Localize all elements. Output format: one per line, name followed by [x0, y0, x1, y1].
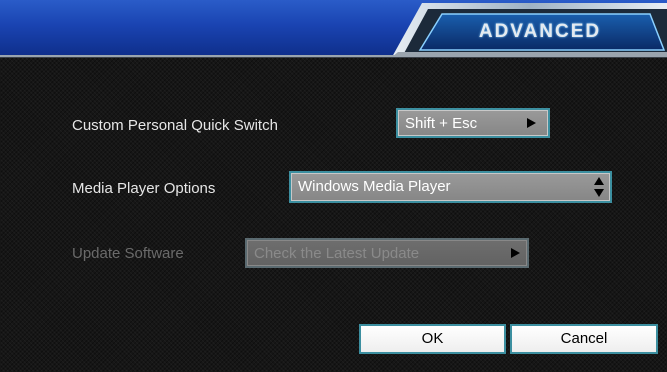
cancel-button[interactable]: Cancel: [510, 324, 658, 354]
media-player-label: Media Player Options: [72, 180, 216, 197]
play-right-arrow-icon: [511, 248, 520, 258]
tab-title[interactable]: ADVANCED: [430, 17, 650, 47]
quick-switch-selector[interactable]: Shift + Esc: [396, 108, 550, 138]
check-update-text: Check the Latest Update: [254, 245, 420, 262]
settings-panel: Custom Personal Quick Switch Shift + Esc…: [0, 55, 667, 372]
media-player-select[interactable]: Windows Media Player: [289, 171, 612, 203]
update-software-label: Update Software: [72, 245, 184, 262]
up-down-arrows-icon: [594, 177, 604, 197]
media-player-value: Windows Media Player: [298, 178, 451, 195]
quick-switch-value: Shift + Esc: [405, 115, 478, 132]
play-right-arrow-icon: [527, 118, 536, 128]
ok-button[interactable]: OK: [359, 324, 506, 354]
check-update-button[interactable]: Check the Latest Update: [245, 238, 529, 268]
quick-switch-label: Custom Personal Quick Switch: [72, 117, 278, 134]
